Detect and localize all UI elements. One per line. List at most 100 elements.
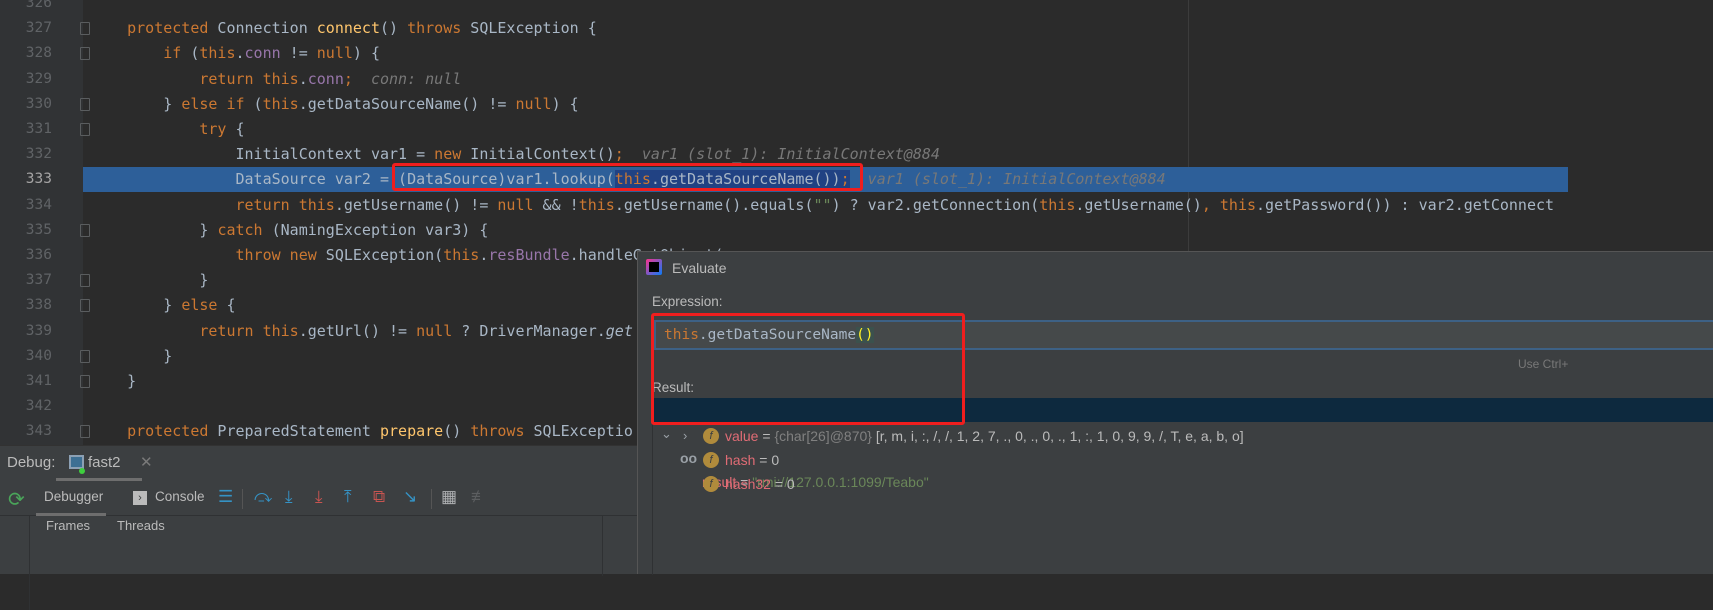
line-number[interactable]: 327: [0, 16, 52, 41]
fold-marker-icon[interactable]: [80, 425, 90, 439]
line-number[interactable]: 337: [0, 268, 52, 293]
fold-marker-icon[interactable]: [80, 22, 90, 36]
fold-marker-icon[interactable]: [80, 223, 90, 237]
code-token: .getDataSourceName() !=: [298, 94, 516, 113]
code-token: {: [217, 296, 236, 315]
field-row[interactable]: › f value = {char[26]@870} [r, m, i, :, /,…: [653, 424, 1713, 448]
code-token: && !: [533, 195, 579, 214]
layout-icon[interactable]: ☰: [218, 487, 233, 507]
line-number[interactable]: 328: [0, 41, 52, 66]
code-token: .getPassword()) : var2.getConnect: [1256, 195, 1555, 214]
line-number[interactable]: 343: [0, 419, 52, 444]
code-line[interactable]: 328 if (this.conn != null) {: [0, 41, 1713, 66]
field-row[interactable]: f hash32 = 0: [653, 472, 1713, 496]
code-token: SQLExceptio: [524, 422, 633, 441]
code-token: .getUsername().equals(: [614, 195, 814, 214]
code-text: return this.conn; conn: null: [91, 67, 461, 92]
drop-frame-icon[interactable]: ⧉: [373, 487, 385, 507]
line-number[interactable]: 329: [0, 67, 52, 92]
code-line[interactable]: 329 return this.conn; conn: null: [0, 67, 1713, 92]
step-over-icon[interactable]: ⤼: [254, 487, 272, 507]
code-token: return: [235, 195, 299, 214]
code-line[interactable]: 331 try {: [0, 117, 1713, 142]
line-number[interactable]: 335: [0, 218, 52, 243]
tab-debugger[interactable]: Debugger: [36, 481, 106, 516]
code-line[interactable]: 327 protected Connection connect() throw…: [0, 16, 1713, 41]
tab-frames[interactable]: Frames: [46, 518, 90, 533]
line-number[interactable]: 340: [0, 344, 52, 369]
force-step-into-icon[interactable]: ⤓: [315, 487, 323, 507]
field-value: [r, m, i, :, /, /, 1, 2, 7, ., 0, ., 0, …: [875, 428, 1244, 444]
line-number[interactable]: 332: [0, 142, 52, 167]
line-number[interactable]: 341: [0, 369, 52, 394]
code-token: prepare: [380, 422, 444, 441]
code-text: }: [91, 344, 172, 369]
code-text: protected Connection connect() throws SQ…: [91, 16, 597, 41]
highlight-box-expression: [651, 313, 965, 425]
line-number[interactable]: 331: [0, 117, 52, 142]
code-token: .getUrl() !=: [298, 321, 417, 340]
line-number[interactable]: 334: [0, 193, 52, 218]
line-number[interactable]: 326: [0, 0, 52, 16]
code-token: catch: [217, 220, 263, 239]
evaluate-dialog: Evaluate Expression: this.getDataSourceN…: [637, 251, 1713, 575]
step-into-icon[interactable]: ⤓: [285, 487, 293, 507]
field-value: 0: [786, 476, 795, 492]
code-token: this: [262, 94, 299, 113]
line-number[interactable]: 333: [0, 167, 52, 192]
session-icon: [69, 455, 84, 469]
rerun-icon[interactable]: ⟳: [8, 487, 25, 512]
line-number[interactable]: 342: [0, 394, 52, 419]
code-token: ;: [343, 69, 353, 88]
highlight-box-lookup: [392, 163, 863, 191]
intellij-logo-icon: [646, 259, 662, 275]
run-to-cursor-icon[interactable]: ↘: [403, 487, 417, 507]
trace-icon: ≢: [471, 487, 488, 506]
debug-session-tab[interactable]: fast2 ✕: [56, 446, 153, 481]
equals: =: [755, 452, 772, 468]
line-number[interactable]: 339: [0, 319, 52, 344]
code-token: try: [199, 120, 227, 138]
fold-marker-icon[interactable]: [80, 375, 90, 388]
tab-threads[interactable]: Threads: [117, 518, 165, 533]
line-number[interactable]: 330: [0, 92, 52, 117]
code-token: new: [434, 145, 462, 164]
code-line[interactable]: 335 } catch (NamingException var3) {: [0, 218, 1713, 243]
fold-marker-icon[interactable]: [80, 97, 90, 111]
field-name: value: [725, 428, 759, 444]
fold-marker-icon[interactable]: [80, 47, 90, 61]
code-token: resBundle: [488, 246, 570, 264]
tab-console[interactable]: Console: [155, 481, 205, 516]
evaluate-expression-icon[interactable]: ▦: [441, 487, 457, 507]
code-text: try {: [91, 117, 245, 142]
code-token: throw new: [235, 246, 317, 264]
code-token: connect: [316, 19, 380, 38]
line-number[interactable]: 336: [0, 243, 52, 268]
code-text: } catch (NamingException var3) {: [91, 218, 488, 243]
close-icon[interactable]: ✕: [140, 453, 153, 471]
line-number[interactable]: 338: [0, 293, 52, 318]
fold-marker-icon[interactable]: [80, 349, 90, 363]
code-token: if: [163, 44, 182, 63]
divider: [242, 489, 243, 509]
code-line[interactable]: 330 } else if (this.getDataSourceName() …: [0, 92, 1713, 117]
code-token: .: [235, 44, 245, 63]
chevron-right-icon[interactable]: ›: [683, 424, 687, 448]
code-token: this: [298, 195, 335, 214]
field-row[interactable]: f hash = 0: [653, 448, 1713, 472]
fold-marker-icon[interactable]: [80, 274, 90, 288]
step-out-icon[interactable]: ⤒: [344, 487, 352, 507]
code-line[interactable]: 334 return this.getUsername() != null &&…: [0, 193, 1713, 218]
code-token: SQLException(: [316, 246, 444, 264]
code-token: this: [1039, 195, 1076, 214]
code-token: var1 (slot_1): InitialContext@884: [623, 145, 940, 164]
code-line[interactable]: 326: [0, 0, 1713, 16]
code-token: {: [226, 120, 245, 138]
code-text: }: [91, 268, 208, 293]
fold-marker-icon[interactable]: [80, 123, 90, 136]
code-token: InitialContext var1 =: [91, 145, 435, 164]
code-token: .: [298, 69, 308, 88]
fold-marker-icon[interactable]: [80, 299, 90, 313]
